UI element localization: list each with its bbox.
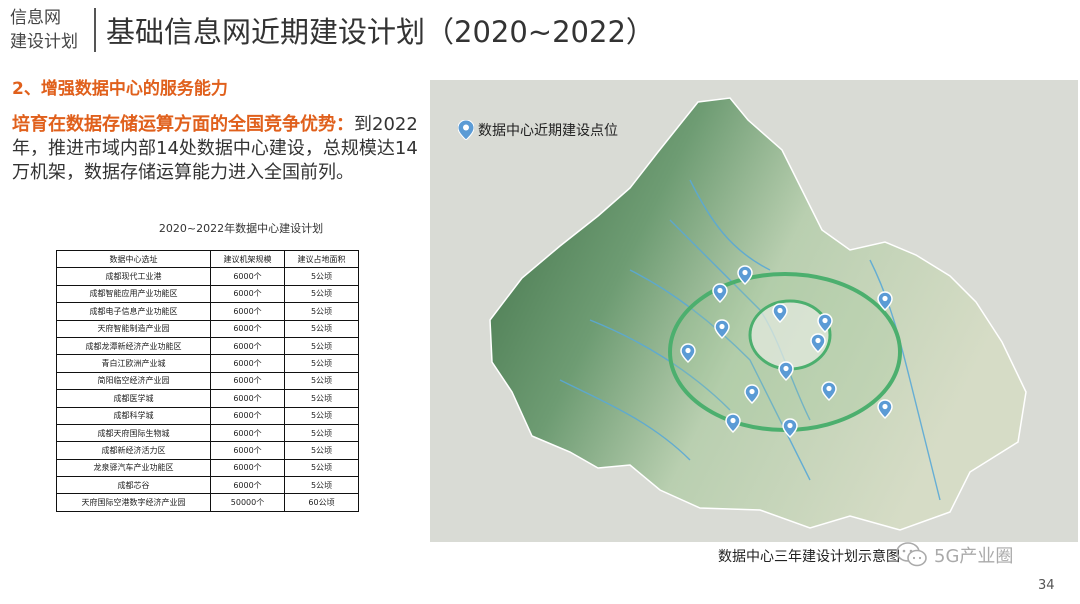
- wechat-icon: [896, 542, 927, 567]
- wechat-account-name: 5G产业圈: [934, 546, 1014, 567]
- table-cell: 5公顷: [284, 406, 359, 425]
- table-cell: 成都智能应用产业功能区: [56, 284, 211, 304]
- table-cell: 成都芯谷: [56, 476, 211, 495]
- map-legend: 数据中心近期建设点位: [458, 120, 618, 140]
- table-cell: 6000个: [210, 267, 285, 286]
- table-cell: 成都现代工业港: [56, 267, 211, 286]
- table-cell: 成都科学城: [56, 406, 211, 425]
- table-cell: 5公顷: [284, 476, 359, 495]
- table-cell: 简阳临空经济产业园: [56, 371, 211, 391]
- table-caption: 2020~2022年数据中心建设计划: [158, 222, 324, 235]
- table-cell: 60公顷: [284, 493, 359, 512]
- table-cell: 5公顷: [284, 354, 359, 373]
- title-divider: [94, 8, 96, 52]
- table-row: 天府国际空港数字经济产业园 50000个 60公顷: [56, 493, 359, 512]
- table-cell: 青白江欧洲产业城: [56, 354, 211, 373]
- page-number: 34: [1038, 578, 1055, 593]
- table-header-row: 数据中心选址 建议机架规模 建议占地面积: [56, 249, 359, 269]
- location-pin-icon: [458, 120, 474, 140]
- table-cell: 成都新经济活力区: [56, 441, 211, 460]
- section-label-line2: 建设计划: [10, 32, 78, 52]
- table-row: 青白江欧洲产业城 6000个 5公顷: [56, 354, 359, 373]
- table-cell: 天府智能制造产业园: [56, 319, 211, 338]
- table-row: 成都智能应用产业功能区 6000个 5公顷: [56, 284, 359, 304]
- wechat-watermark: 5G产业圈: [896, 542, 1013, 568]
- table-row: 简阳临空经济产业园 6000个 5公顷: [56, 371, 359, 391]
- table-cell: 5公顷: [284, 302, 359, 321]
- table-cell: 5公顷: [284, 267, 359, 286]
- table-cell: 5公顷: [284, 441, 359, 460]
- table-cell: 6000个: [210, 441, 285, 460]
- table-row: 成都天府国际生物城 6000个 5公顷: [56, 423, 359, 443]
- table-row: 成都龙潭新经济产业功能区 6000个 5公顷: [56, 336, 359, 356]
- table-cell: 6000个: [210, 389, 285, 408]
- table-header-cell: 建议占地面积: [284, 249, 359, 269]
- table-cell: 5公顷: [284, 336, 359, 356]
- table-cell: 天府国际空港数字经济产业园: [56, 493, 211, 512]
- table-cell: 成都龙潭新经济产业功能区: [56, 336, 211, 356]
- table-cell: 成都天府国际生物城: [56, 423, 211, 443]
- map-legend-label: 数据中心近期建设点位: [478, 123, 618, 139]
- table-cell: 6000个: [210, 423, 285, 443]
- page-title: 基础信息网近期建设计划（2020~2022）: [106, 15, 655, 49]
- table-cell: 6000个: [210, 302, 285, 321]
- body-paragraph: 培育在数据存储运算方面的全国竞争优势：到2022年，推进市域内部14处数据中心建…: [12, 113, 420, 185]
- table-cell: 5公顷: [284, 423, 359, 443]
- table-cell: 5公顷: [284, 458, 359, 478]
- table-row: 天府智能制造产业园 6000个 5公顷: [56, 319, 359, 338]
- table-cell: 6000个: [210, 458, 285, 478]
- section-label-line1: 信息网: [10, 8, 61, 28]
- table-row: 成都电子信息产业功能区 6000个 5公顷: [56, 302, 359, 321]
- table-row: 成都科学城 6000个 5公顷: [56, 406, 359, 425]
- map-graphic: [430, 80, 1078, 542]
- table-cell: 5公顷: [284, 371, 359, 391]
- table-cell: 6000个: [210, 284, 285, 304]
- table-header-cell: 数据中心选址: [56, 249, 211, 269]
- data-center-plan-table: 数据中心选址 建议机架规模 建议占地面积 成都现代工业港 6000个 5公顷 成都智能…: [56, 249, 359, 512]
- section-label: 信息网 建设计划: [10, 6, 78, 54]
- map-image: [430, 80, 1078, 542]
- subheading: 2、增强数据中心的服务能力: [12, 79, 228, 99]
- table-row: 成都医学城 6000个 5公顷: [56, 389, 359, 408]
- table-cell: 6000个: [210, 336, 285, 356]
- table-cell: 6000个: [210, 371, 285, 391]
- table-cell: 5公顷: [284, 319, 359, 338]
- table-cell: 6000个: [210, 354, 285, 373]
- table-cell: 龙泉驿汽车产业功能区: [56, 458, 211, 478]
- table-cell: 5公顷: [284, 389, 359, 408]
- table-row: 成都芯谷 6000个 5公顷: [56, 476, 359, 495]
- table-row: 成都新经济活力区 6000个 5公顷: [56, 441, 359, 460]
- table-cell: 50000个: [210, 493, 285, 512]
- paragraph-highlight: 培育在数据存储运算方面的全国竞争优势：: [12, 114, 354, 135]
- table-header-cell: 建议机架规模: [210, 249, 285, 269]
- table-cell: 成都电子信息产业功能区: [56, 302, 211, 321]
- table-cell: 6000个: [210, 476, 285, 495]
- table-row: 成都现代工业港 6000个 5公顷: [56, 267, 359, 286]
- table-row: 龙泉驿汽车产业功能区 6000个 5公顷: [56, 458, 359, 478]
- map-caption: 数据中心三年建设计划示意图: [718, 549, 900, 565]
- table-cell: 6000个: [210, 319, 285, 338]
- table-cell: 6000个: [210, 406, 285, 425]
- table-cell: 5公顷: [284, 284, 359, 304]
- table-cell: 成都医学城: [56, 389, 211, 408]
